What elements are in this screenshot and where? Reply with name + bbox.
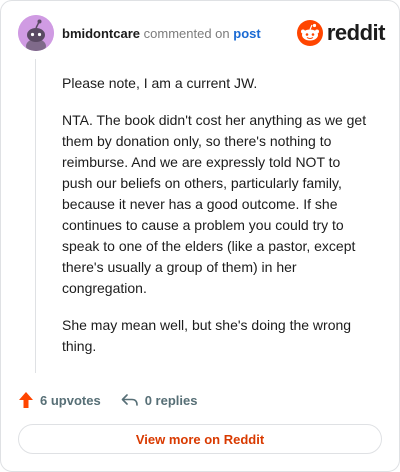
reply-count: 0 replies (144, 392, 198, 408)
thread-line (35, 59, 36, 373)
reddit-wordmark: reddit (326, 20, 386, 45)
comment-paragraph: Please note, I am a current JW. (62, 75, 258, 91)
view-more-button[interactable]: View more on Reddit (18, 424, 382, 454)
upvote-button[interactable]: 6 upvotes (18, 391, 101, 409)
username-link[interactable]: bmidontcare (62, 26, 140, 41)
post-link[interactable]: post (233, 26, 260, 41)
user-avatar-icon[interactable] (18, 15, 54, 51)
comment-actions: 6 upvotes 0 replies (18, 390, 197, 410)
comment-card: bmidontcare commented on post reddit Ple… (0, 0, 400, 472)
upvote-arrow-icon (19, 392, 33, 408)
upvote-count: 6 upvotes (40, 392, 101, 408)
comment-body: Please note, I am a current JW. NTA. The… (62, 73, 374, 373)
reddit-logo-icon (296, 20, 323, 46)
reply-arrow-icon (121, 394, 138, 406)
reddit-logo[interactable]: reddit (296, 20, 386, 46)
comment-header: bmidontcare commented on post reddit (18, 15, 386, 53)
comment-paragraph: She may mean well, but she's doing the w… (62, 317, 352, 354)
comment-paragraph: NTA. The book didn't cost her anything a… (62, 112, 367, 296)
comment-byline: bmidontcare commented on post (62, 26, 261, 42)
action-text: commented on (143, 26, 230, 41)
reply-button[interactable]: 0 replies (121, 392, 198, 408)
